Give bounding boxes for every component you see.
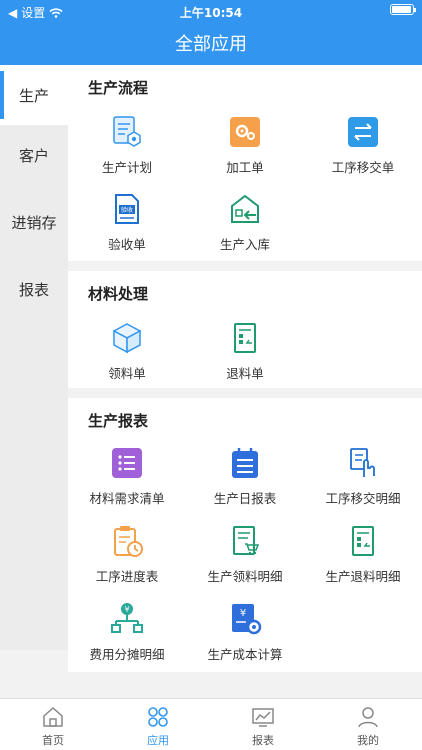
- tile-label: 生产退料明细: [325, 569, 401, 584]
- hand-doc-icon: [350, 448, 375, 477]
- tile-label: 工序移交明细: [325, 491, 401, 506]
- svg-text:验收: 验收: [121, 206, 133, 214]
- svg-text:¥: ¥: [240, 608, 246, 619]
- tile-material-requirement-list[interactable]: 材料需求清单: [68, 446, 186, 518]
- home-icon: [43, 706, 63, 727]
- person-icon: [358, 707, 378, 728]
- tile-production-requisition-detail[interactable]: 生产领料明细: [186, 524, 304, 596]
- section-material-processing: 材料处理 领料单 退料单: [68, 271, 422, 388]
- app-content: 生产流程 生产计划 加工单 工序移交单 验收 验收单 生产入库 材料处理 领料单…: [68, 65, 422, 672]
- battery-icon: [390, 4, 416, 15]
- sidebar-item-label: 进销存: [11, 213, 57, 232]
- yen-gear-icon: ¥: [232, 604, 262, 635]
- tab-label: 我的: [357, 734, 379, 747]
- tile-daily-production-report[interactable]: 生产日报表: [186, 446, 304, 518]
- tile-label: 验收单: [108, 237, 146, 252]
- sidebar-item-production[interactable]: 生产: [0, 65, 68, 125]
- list-icon: [112, 448, 142, 478]
- section-production-reports: 生产报表 材料需求清单 生产日报表 工序移交明细 工序进度表 生产领料明细 生产…: [68, 398, 422, 672]
- gear-order-icon: [230, 117, 260, 147]
- sidebar-item-inventory[interactable]: 进销存: [0, 192, 68, 252]
- tile-label: 生产计划: [101, 160, 152, 175]
- tile-label: 生产入库: [219, 237, 270, 252]
- tile-process-transfer-detail[interactable]: 工序移交明细: [304, 446, 422, 518]
- tile-label: 生产领料明细: [207, 569, 283, 584]
- tab-profile[interactable]: 我的: [318, 705, 418, 749]
- doc-return-icon: [352, 526, 374, 556]
- tile-label: 生产成本计算: [207, 647, 283, 662]
- tab-label: 报表: [252, 734, 274, 747]
- section-title: 生产报表: [88, 412, 149, 430]
- tile-production-cost-calculation[interactable]: ¥ 生产成本计算: [186, 602, 304, 674]
- tab-label: 应用: [147, 734, 169, 747]
- apps-grid-icon: [148, 707, 168, 727]
- tile-processing-order[interactable]: 加工单: [186, 115, 304, 187]
- tile-label: 生产日报表: [213, 491, 277, 506]
- chart-icon: [252, 708, 274, 727]
- status-bar: ◀ 设置 上午10:54: [0, 0, 422, 22]
- plan-doc-icon: [113, 116, 141, 147]
- inspection-doc-icon: 验收: [115, 194, 139, 224]
- tile-label: 工序进度表: [95, 569, 159, 584]
- clipboard-clock-icon: [114, 526, 143, 557]
- section-title: 生产流程: [88, 79, 149, 97]
- tile-process-progress[interactable]: 工序进度表: [68, 524, 186, 596]
- tile-label: 材料需求清单: [89, 491, 165, 506]
- bottom-tab-bar: 首页 应用 报表 我的: [0, 698, 422, 750]
- tile-label: 工序移交单: [331, 160, 395, 175]
- category-sidebar: 生产 客户 进销存 报表: [0, 65, 68, 650]
- tile-production-warehousing[interactable]: 生产入库: [186, 192, 304, 264]
- app-header: ◀ 设置 上午10:54 全部应用: [0, 0, 422, 65]
- tile-production-return-detail[interactable]: 生产退料明细: [304, 524, 422, 596]
- sidebar-item-customer[interactable]: 客户: [0, 125, 68, 185]
- tile-label: 领料单: [108, 366, 146, 381]
- tab-label: 首页: [42, 734, 64, 747]
- tile-inspection[interactable]: 验收 验收单: [68, 192, 186, 264]
- tab-apps[interactable]: 应用: [108, 705, 208, 749]
- svg-text:¥: ¥: [124, 605, 129, 614]
- doc-cart-icon: [233, 526, 260, 555]
- transfer-arrows-icon: [348, 117, 378, 147]
- tile-material-return[interactable]: 退料单: [186, 321, 304, 393]
- sidebar-item-label: 报表: [18, 280, 49, 299]
- return-doc-icon: [234, 323, 256, 353]
- tile-process-transfer[interactable]: 工序移交单: [304, 115, 422, 187]
- tile-production-plan[interactable]: 生产计划: [68, 115, 186, 187]
- status-time: 上午10:54: [179, 6, 243, 20]
- section-production-flow: 生产流程 生产计划 加工单 工序移交单 验收 验收单 生产入库: [68, 65, 422, 261]
- calendar-icon: [232, 448, 258, 478]
- tile-cost-allocation-detail[interactable]: ¥ 费用分摊明细: [68, 602, 186, 674]
- tile-material-requisition[interactable]: 领料单: [68, 321, 186, 393]
- sidebar-item-reports[interactable]: 报表: [0, 259, 68, 319]
- warehouse-in-icon: [231, 194, 259, 223]
- box-icon: [112, 323, 142, 354]
- sidebar-item-label: 生产: [18, 86, 49, 105]
- page-title: 全部应用: [175, 34, 247, 55]
- section-title: 材料处理: [88, 285, 149, 303]
- tile-label: 费用分摊明细: [89, 647, 165, 662]
- org-tree-icon: ¥: [111, 603, 143, 633]
- tab-home[interactable]: 首页: [3, 705, 103, 749]
- tab-reports[interactable]: 报表: [213, 705, 313, 749]
- sidebar-item-label: 客户: [18, 146, 49, 165]
- tile-label: 加工单: [226, 160, 264, 175]
- tile-label: 退料单: [226, 366, 264, 381]
